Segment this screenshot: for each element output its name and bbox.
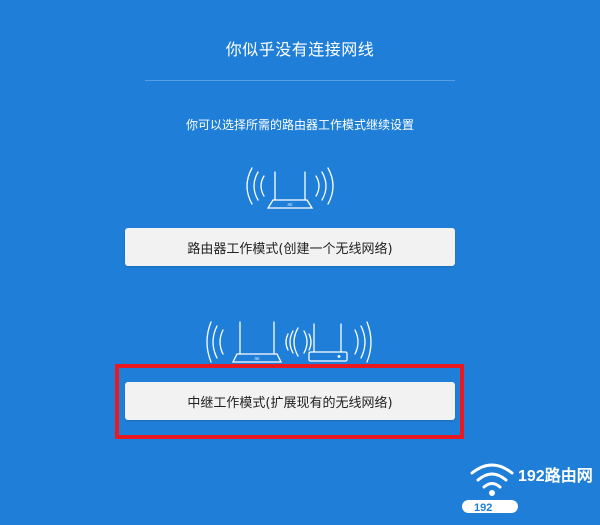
svg-text:mi: mi: [287, 202, 292, 207]
router-mode-icon: mi: [246, 167, 334, 209]
router-mode-button[interactable]: 路由器工作模式(创建一个无线网络): [125, 228, 455, 266]
page-subtitle: 你可以选择所需的路由器工作模式继续设置: [185, 118, 414, 132]
svg-text:mi: mi: [254, 356, 259, 361]
repeater-mode-icon: mi: [206, 321, 372, 363]
page-title: 你似乎没有连接网线: [225, 40, 375, 59]
divider: [145, 80, 455, 81]
highlight-box: [115, 364, 464, 439]
watermark-text: 192路由网: [518, 468, 593, 485]
watermark-badge: 192: [474, 502, 492, 514]
